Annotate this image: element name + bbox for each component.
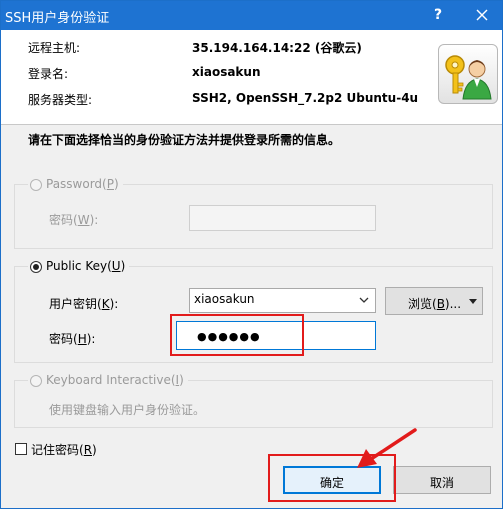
password-field-label-suffix: ): xyxy=(89,213,99,227)
public-key-label-key: U xyxy=(111,259,121,273)
annotation-arrow-icon xyxy=(357,428,417,468)
public-key-label-suffix: ) xyxy=(120,259,126,273)
keyboard-interactive-label: Keyboard Interactive( xyxy=(46,373,176,387)
chevron-down-icon xyxy=(359,297,369,303)
passphrase-label: 密码(H): xyxy=(49,330,95,347)
browse-label-key: B xyxy=(436,297,445,311)
public-key-option[interactable]: Public Key(U) xyxy=(28,259,130,273)
keyboard-interactive-label-suffix: ) xyxy=(179,373,184,387)
header-separator xyxy=(1,124,502,125)
user-key-select-value: xiaosakun xyxy=(194,292,255,306)
cancel-button-label: 取消 xyxy=(429,476,454,490)
title-bar[interactable]: SSH用户身份验证 ? xyxy=(1,1,502,30)
remote-host-row: 远程主机: 35.194.164.14:22 (谷歌云) xyxy=(1,35,431,59)
password-option[interactable]: Password(P) xyxy=(28,177,123,191)
remember-password-checkbox[interactable] xyxy=(15,443,27,455)
ssh-auth-dialog: SSH用户身份验证 ? 远程主机: 35.194.164.14:22 (谷歌云)… xyxy=(0,0,503,509)
public-key-radio[interactable] xyxy=(30,261,42,273)
user-key-select[interactable]: xiaosakun xyxy=(189,288,376,313)
password-field-label: 密码(W): xyxy=(49,211,98,228)
login-name-value: xiaosakun xyxy=(192,65,261,79)
password-radio[interactable] xyxy=(30,179,42,191)
instruction-text: 请在下面选择恰当的身份验证方法并提供登录所需的信息。 xyxy=(28,133,341,147)
remember-password-label: 记住密码( xyxy=(31,443,84,457)
keyboard-interactive-description: 使用键盘输入用户身份验证。 xyxy=(49,403,206,417)
browse-label-suffix: )... xyxy=(444,297,462,311)
password-field-label-key: W xyxy=(77,213,90,227)
user-key-label-key: K xyxy=(101,297,110,311)
passphrase-label-text: 密码( xyxy=(49,332,78,346)
user-key-label: 用户密钥(K): xyxy=(49,295,118,312)
browse-button[interactable]: 浏览(B)... xyxy=(385,287,483,315)
password-field[interactable] xyxy=(189,205,376,231)
keyboard-interactive-radio[interactable] xyxy=(30,375,42,387)
user-key-label-text: 用户密钥( xyxy=(49,297,102,311)
password-label: Password( xyxy=(46,177,107,191)
passphrase-label-suffix: ): xyxy=(86,332,96,346)
password-field-label-text: 密码( xyxy=(49,213,78,227)
keyboard-interactive-group: Keyboard Interactive(I) 使用键盘输入用户身份验证。 xyxy=(14,373,493,428)
remember-password-label-key: R xyxy=(83,443,93,457)
browse-label: 浏览( xyxy=(408,297,437,311)
radio-selected-dot xyxy=(33,264,39,270)
server-type-row: 服务器类型: SSH2, OpenSSH_7.2p2 Ubuntu-4ubunt… xyxy=(1,87,431,111)
password-label-key: P xyxy=(106,177,114,191)
remember-password-label-suffix: ) xyxy=(92,443,97,457)
close-icon xyxy=(476,9,488,21)
server-type-label: 服务器类型: xyxy=(28,93,93,107)
close-button[interactable] xyxy=(467,3,497,27)
public-key-label: Public Key( xyxy=(46,259,112,273)
connection-info-panel: 远程主机: 35.194.164.14:22 (谷歌云) 登录名: xiaosa… xyxy=(1,30,502,124)
keyboard-interactive-option[interactable]: Keyboard Interactive(I) xyxy=(28,373,188,387)
password-group: Password(P) 密码(W): xyxy=(14,177,493,249)
user-key-label-suffix: ): xyxy=(109,297,119,311)
passphrase-highlight-box xyxy=(170,314,304,356)
login-name-row: 登录名: xiaosakun xyxy=(1,61,431,85)
dropdown-arrow-icon xyxy=(469,299,477,304)
password-label-suffix: ) xyxy=(113,177,119,191)
remember-password-option[interactable]: 记住密码(R) xyxy=(14,441,114,457)
server-type-value: SSH2, OpenSSH_7.2p2 Ubuntu-4ubuntu2 xyxy=(192,91,418,105)
login-name-label: 登录名: xyxy=(28,67,69,81)
window-title: SSH用户身份验证 xyxy=(5,11,110,26)
remote-host-value: 35.194.164.14:22 (谷歌云) xyxy=(192,41,362,55)
help-button[interactable]: ? xyxy=(427,5,449,25)
passphrase-label-key: H xyxy=(77,332,87,346)
user-key-icon xyxy=(438,44,498,104)
remote-host-label: 远程主机: xyxy=(28,41,81,55)
